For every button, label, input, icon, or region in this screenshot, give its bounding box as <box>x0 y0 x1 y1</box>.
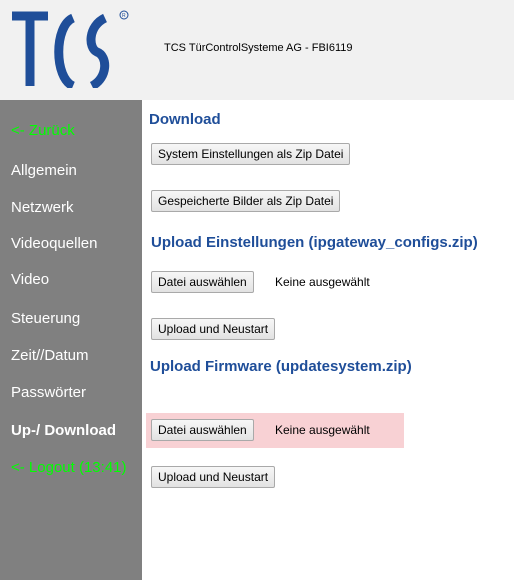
download-heading: Download <box>149 111 221 128</box>
upload-firmware-heading: Upload Firmware (updatesystem.zip) <box>150 358 412 375</box>
sidebar-item-passwoerter[interactable]: Passwörter <box>11 384 86 402</box>
firmware-no-file-label: Keine ausgewählt <box>275 423 370 437</box>
page-header: R TCS TürControlSysteme AG - FBI6119 <box>0 0 514 100</box>
sidebar-item-netzwerk[interactable]: Netzwerk <box>11 199 74 217</box>
sidebar-item-logout[interactable]: <- Logout (13:41) <box>11 459 127 477</box>
download-saved-images-button[interactable]: Gespeicherte Bilder als Zip Datei <box>151 190 341 212</box>
tcs-logo: R <box>12 10 129 88</box>
settings-no-file-label: Keine ausgewählt <box>275 275 370 289</box>
sidebar-item-up-download[interactable]: Up-/ Download <box>11 422 116 440</box>
firmware-choose-file-button[interactable]: Datei auswählen <box>151 419 254 441</box>
firmware-upload-button[interactable]: Upload und Neustart <box>151 466 276 488</box>
settings-choose-file-button[interactable]: Datei auswählen <box>151 271 254 293</box>
upload-settings-heading: Upload Einstellungen (ipgateway_configs.… <box>151 234 478 251</box>
sidebar-item-allgemein[interactable]: Allgemein <box>11 162 77 180</box>
sidebar-item-steuerung[interactable]: Steuerung <box>11 310 80 328</box>
download-system-settings-button[interactable]: System Einstellungen als Zip Datei <box>151 143 351 165</box>
svg-text:R: R <box>122 13 126 19</box>
sidebar: <- Zurück Allgemein Netzwerk Videoquelle… <box>0 100 142 580</box>
settings-upload-button[interactable]: Upload und Neustart <box>151 318 276 340</box>
sidebar-item-back[interactable]: <- Zurück <box>11 122 75 140</box>
sidebar-item-zeit-datum[interactable]: Zeit//Datum <box>11 347 89 365</box>
sidebar-item-videoquellen[interactable]: Videoquellen <box>11 235 97 253</box>
header-title: TCS TürControlSysteme AG - FBI6119 <box>164 42 353 54</box>
sidebar-item-video[interactable]: Video <box>11 271 49 289</box>
